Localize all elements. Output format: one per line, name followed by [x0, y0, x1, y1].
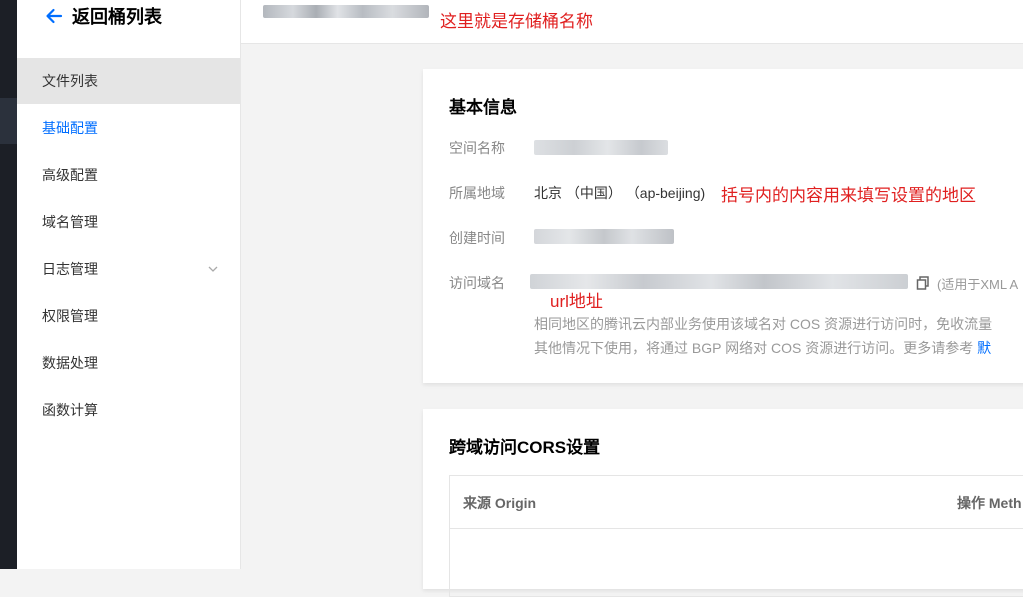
sidebar-item-data-processing[interactable]: 数据处理: [17, 340, 240, 386]
cors-settings-title: 跨域访问CORS设置: [449, 438, 601, 457]
created-time-label: 创建时间: [449, 230, 505, 246]
sidebar-item-label: 权限管理: [42, 308, 98, 324]
sidebar-item-log-management[interactable]: 日志管理: [17, 246, 240, 292]
sidebar-item-label: 文件列表: [42, 73, 98, 89]
domain-hint-line1: 相同地区的腾讯云内部业务使用该域名对 COS 资源进行访问时，免收流量: [534, 316, 993, 332]
bucket-name-annotation: 这里就是存储桶名称: [440, 12, 593, 31]
sidebar-item-function-compute[interactable]: 函数计算: [17, 387, 240, 433]
header-bar: 这里就是存储桶名称: [241, 0, 1023, 44]
left-rail-indicator: [0, 98, 17, 144]
sidebar-item-file-list[interactable]: 文件列表: [17, 58, 240, 104]
back-to-bucket-list-button[interactable]: 返回桶列表: [44, 4, 162, 28]
basic-info-title: 基本信息: [449, 98, 517, 117]
region-annotation: 括号内的内容用来填写设置的地区: [721, 186, 976, 205]
sidebar-item-label: 日志管理: [42, 261, 98, 277]
chevron-down-icon: [208, 266, 218, 272]
cors-settings-card: 跨域访问CORS设置 来源 Origin 操作 Meth: [423, 409, 1023, 597]
sidebar-item-advanced-config[interactable]: 高级配置: [17, 152, 240, 198]
left-rail: [0, 0, 17, 569]
region-value: 北京 （中国） （ap-beijing): [534, 185, 706, 201]
basic-info-card: 基本信息 空间名称 所属地域 北京 （中国） （ap-beijing) 括号内的…: [423, 69, 1023, 383]
cors-table-header: 来源 Origin 操作 Meth: [450, 476, 1023, 529]
sidebar-item-label: 基础配置: [42, 120, 98, 136]
sidebar-item-domain-management[interactable]: 域名管理: [17, 199, 240, 245]
sidebar: 返回桶列表 文件列表 基础配置 高级配置 域名管理 日志管理 权限管理 数据处理…: [17, 0, 241, 569]
sidebar-item-basic-config[interactable]: 基础配置: [17, 105, 240, 151]
column-header-origin: 来源 Origin: [463, 495, 537, 511]
bucket-name-redacted: [263, 5, 429, 18]
sidebar-item-permission-management[interactable]: 权限管理: [17, 293, 240, 339]
column-header-method: 操作 Meth: [957, 495, 1022, 511]
space-name-label: 空间名称: [449, 140, 505, 156]
copy-icon[interactable]: [916, 276, 930, 290]
sidebar-item-label: 高级配置: [42, 167, 98, 183]
default-domain-link[interactable]: 默: [977, 340, 991, 356]
sidebar-item-label: 域名管理: [42, 214, 98, 230]
url-annotation: url地址: [550, 292, 603, 311]
sidebar-item-label: 数据处理: [42, 355, 98, 371]
domain-hint-line2: 其他情况下使用，将通过 BGP 网络对 COS 资源进行访问。更多请参考 默: [534, 338, 991, 358]
domain-usage-note: (适用于XML A: [937, 277, 1019, 292]
cors-table: 来源 Origin 操作 Meth: [449, 475, 1023, 597]
created-time-value-redacted: [534, 229, 674, 244]
region-label: 所属地域: [449, 185, 505, 201]
sidebar-item-label: 函数计算: [42, 402, 98, 418]
domain-hint-text: 其他情况下使用，将通过 BGP 网络对 COS 资源进行访问。更多请参考: [534, 340, 974, 356]
back-label: 返回桶列表: [72, 7, 162, 27]
arrow-left-icon: [46, 8, 63, 24]
space-name-value-redacted: [534, 140, 668, 155]
access-domain-label: 访问域名: [449, 275, 505, 291]
